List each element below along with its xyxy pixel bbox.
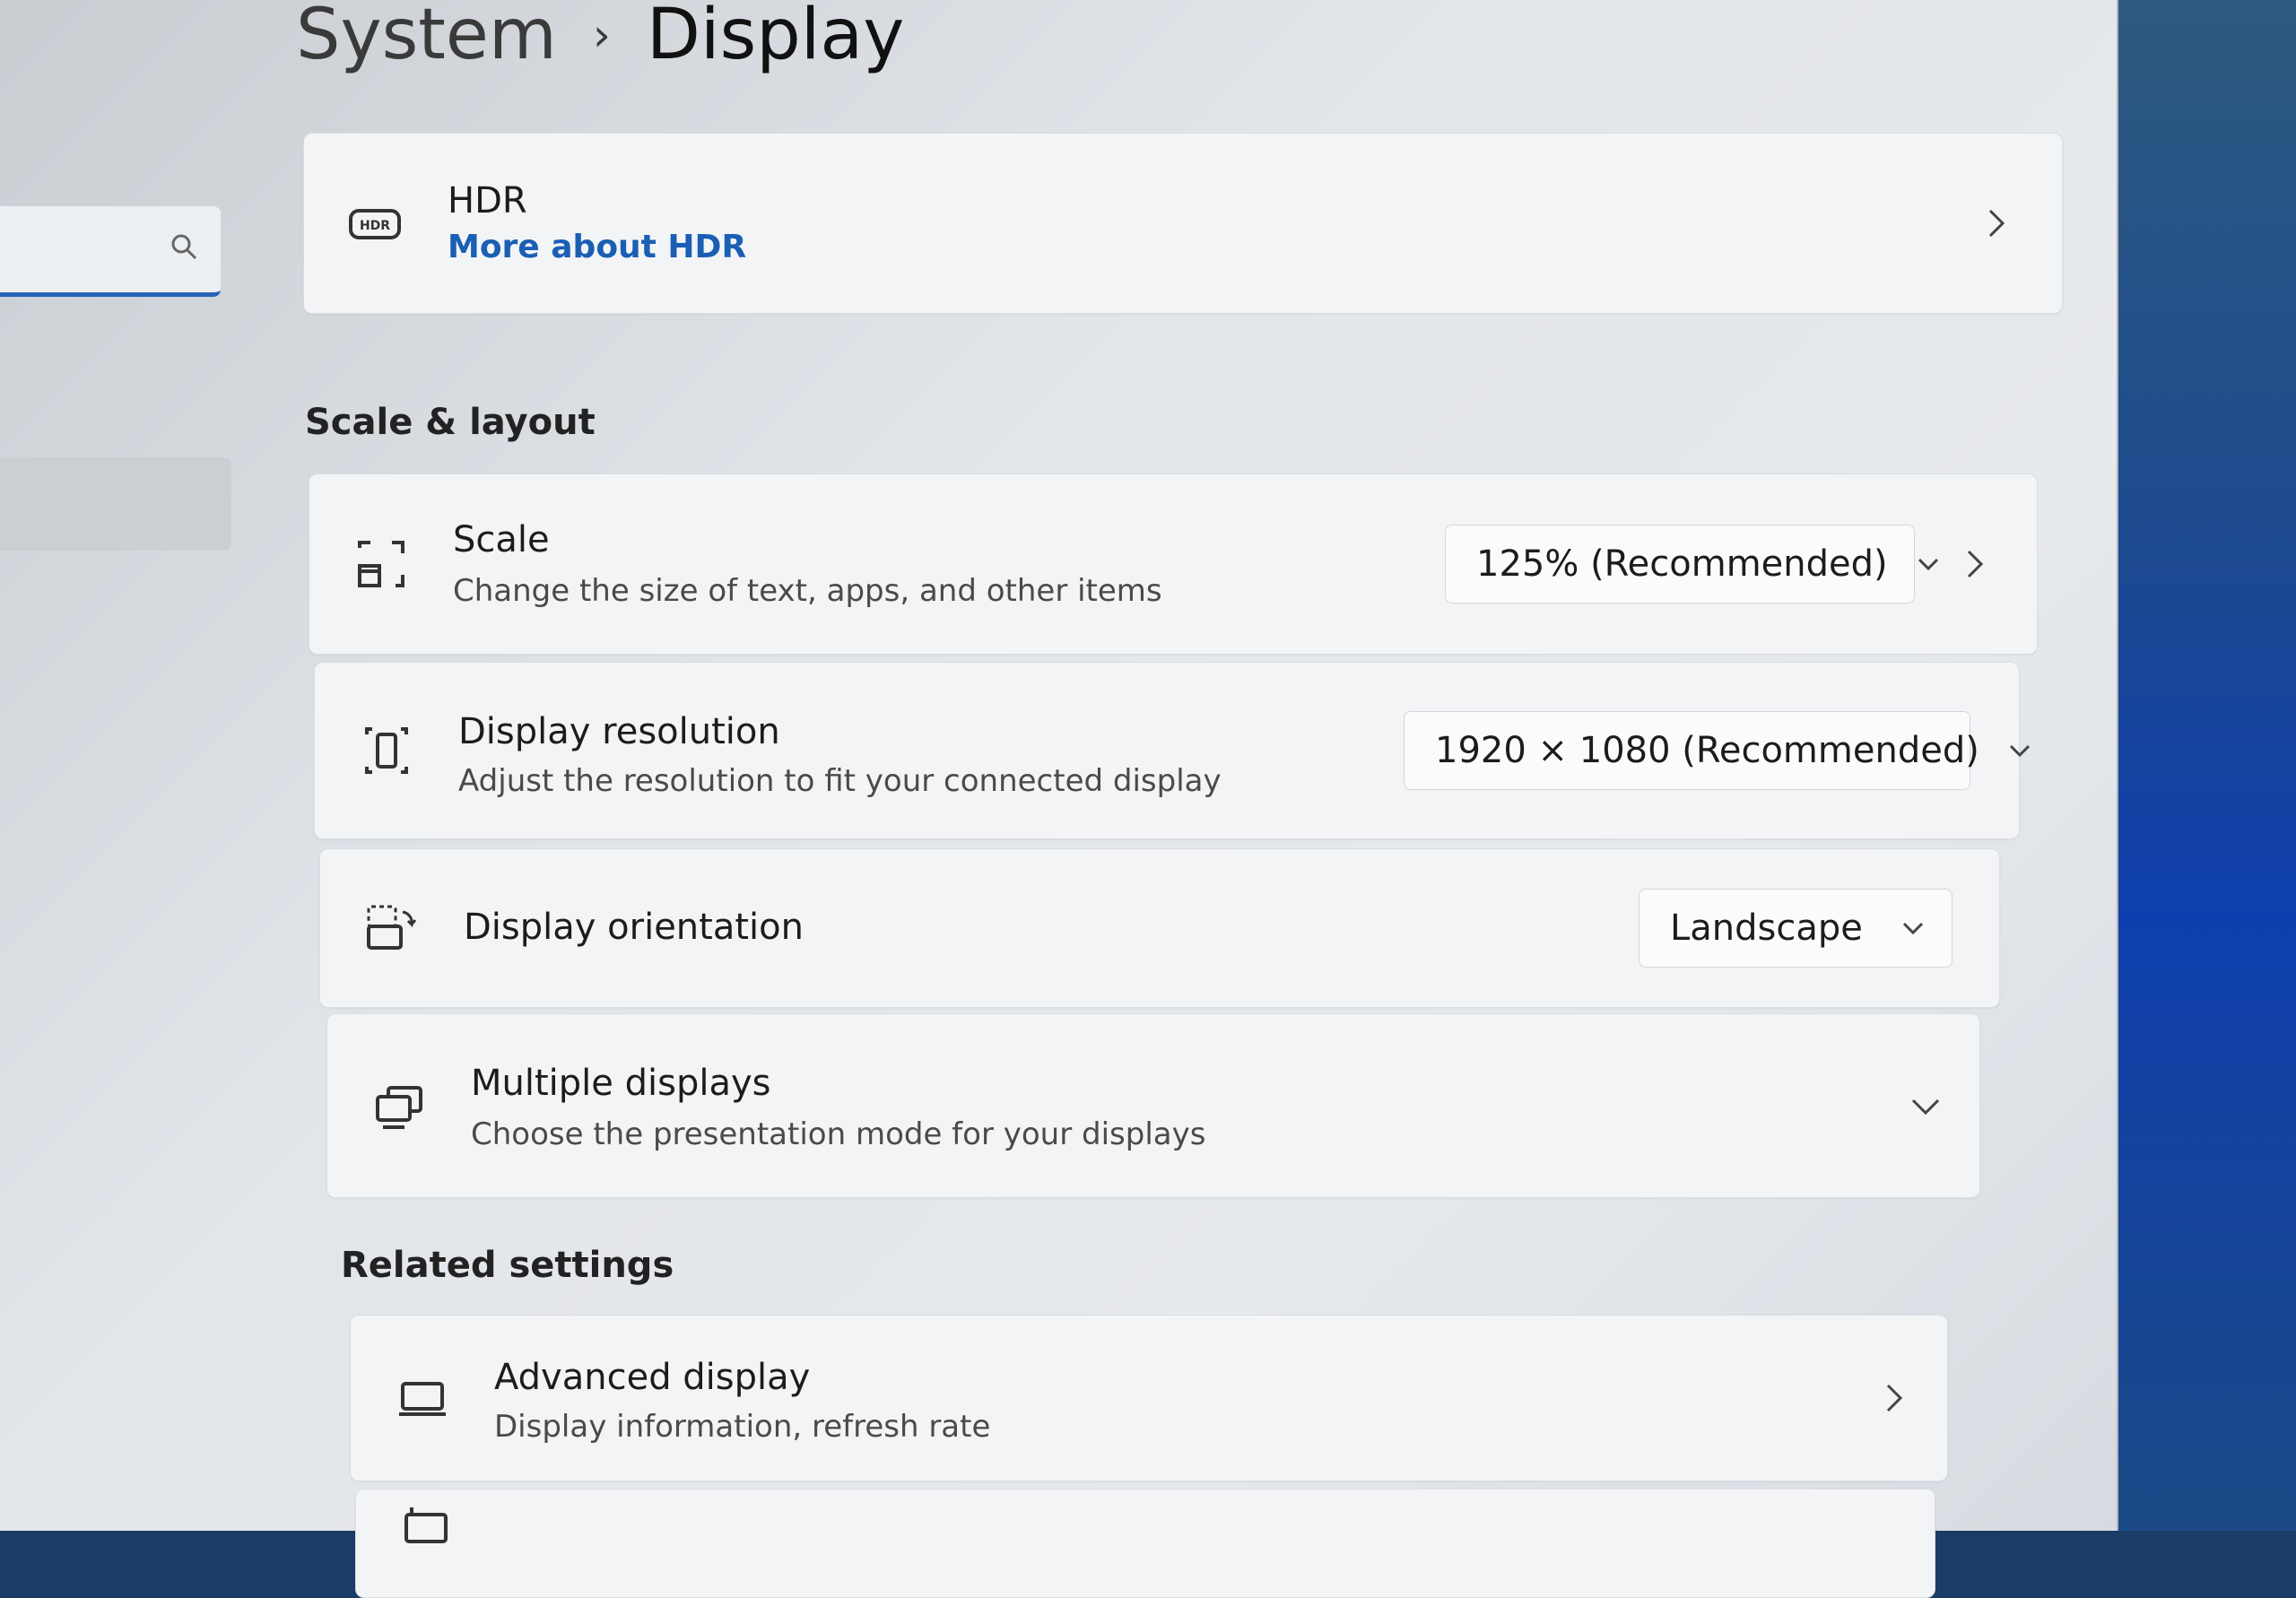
breadcrumb-system[interactable]: System xyxy=(296,0,557,75)
graphics-icon xyxy=(399,1497,457,1554)
hdr-icon: HDR xyxy=(347,195,404,252)
settings-window: System › Display HDR HDR More about HDR … xyxy=(0,0,2118,1598)
chevron-down-icon xyxy=(2006,737,2033,764)
sidebar xyxy=(0,0,233,1531)
orientation-dropdown[interactable]: Landscape xyxy=(1639,889,1952,968)
sidebar-item-system[interactable] xyxy=(0,457,231,551)
orientation-title: Display orientation xyxy=(464,907,804,948)
multiple-displays-subtitle: Choose the presentation mode for your di… xyxy=(471,1116,1206,1152)
orientation-card[interactable]: Display orientation Landscape xyxy=(319,848,2000,1008)
section-heading-related-settings: Related settings xyxy=(341,1245,674,1286)
resolution-card[interactable]: Display resolution Adjust the resolution… xyxy=(314,662,2030,839)
scale-icon xyxy=(352,535,410,593)
orientation-icon xyxy=(363,899,421,957)
svg-text:HDR: HDR xyxy=(360,219,390,233)
breadcrumb: System › Display xyxy=(296,0,904,75)
scale-dropdown-value: 125% (Recommended) xyxy=(1476,543,1888,585)
advanced-display-title: Advanced display xyxy=(494,1357,811,1398)
monitor-icon xyxy=(394,1369,451,1427)
chevron-down-icon[interactable] xyxy=(1908,1088,1944,1124)
section-heading-scale-layout: Scale & layout xyxy=(305,402,596,443)
resolution-subtitle: Adjust the resolution to fit your connec… xyxy=(458,763,1222,799)
scale-card[interactable]: Scale Change the size of text, apps, and… xyxy=(309,473,2038,655)
advanced-display-card[interactable]: Advanced display Display information, re… xyxy=(350,1315,1948,1481)
hdr-title: HDR xyxy=(448,180,527,221)
hdr-card[interactable]: HDR HDR More about HDR xyxy=(303,133,2063,314)
multiple-displays-card[interactable]: Multiple displays Choose the presentatio… xyxy=(326,1013,1980,1198)
chevron-down-icon xyxy=(1915,551,1942,578)
scale-subtitle: Change the size of text, apps, and other… xyxy=(453,573,1162,609)
advanced-display-subtitle: Display information, refresh rate xyxy=(494,1409,991,1445)
chevron-right-icon xyxy=(1978,205,2013,241)
more-about-hdr-link[interactable]: More about HDR xyxy=(448,229,746,265)
scale-title: Scale xyxy=(453,519,550,560)
search-input[interactable] xyxy=(0,206,221,297)
resolution-dropdown[interactable]: 1920 × 1080 (Recommended) xyxy=(1404,711,2030,790)
multiple-displays-icon xyxy=(370,1077,428,1134)
next-setting-card[interactable] xyxy=(355,1489,1935,1598)
chevron-right-icon[interactable] xyxy=(1956,546,1992,582)
breadcrumb-separator: › xyxy=(592,9,611,61)
resolution-icon xyxy=(358,722,415,779)
multiple-displays-title: Multiple displays xyxy=(471,1063,771,1104)
chevron-down-icon xyxy=(1900,915,1926,942)
scale-dropdown[interactable]: 125% (Recommended) xyxy=(1445,525,1938,604)
chevron-right-icon[interactable] xyxy=(1875,1380,1911,1416)
page-title: Display xyxy=(646,0,905,75)
orientation-dropdown-value: Landscape xyxy=(1670,908,1863,949)
search-icon[interactable] xyxy=(170,233,197,260)
resolution-title: Display resolution xyxy=(458,711,780,752)
resolution-dropdown-value: 1920 × 1080 (Recommended) xyxy=(1435,730,1979,771)
